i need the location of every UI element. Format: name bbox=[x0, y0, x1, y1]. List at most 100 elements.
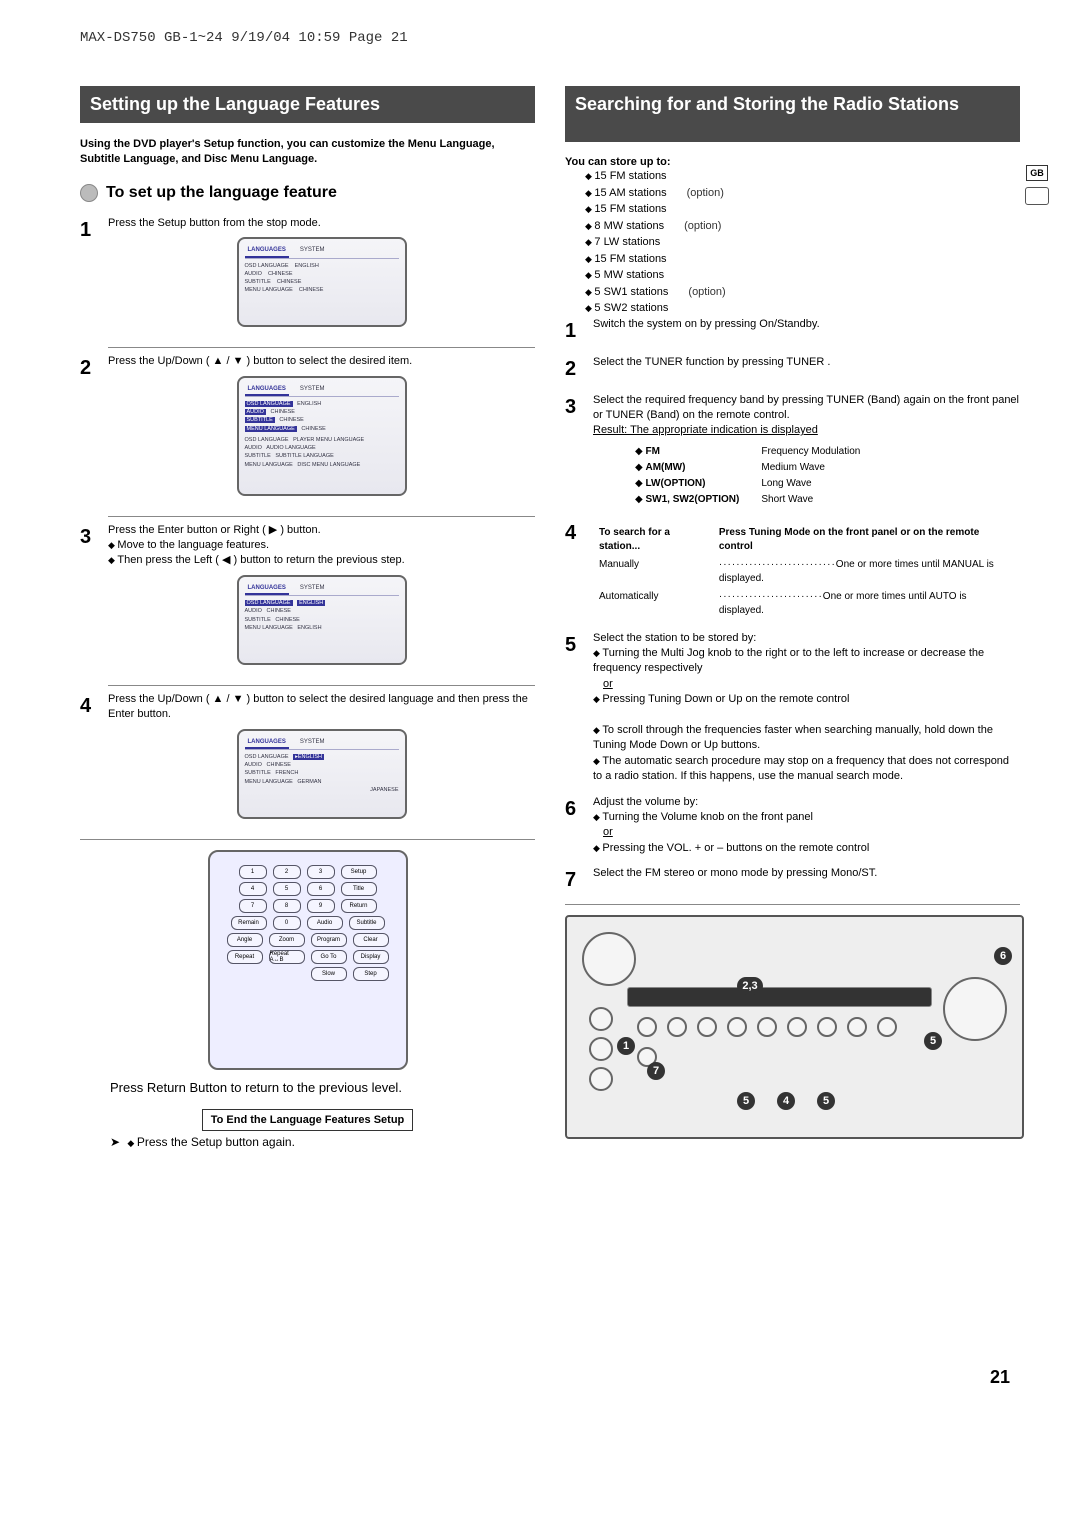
remote-key: Title bbox=[341, 882, 377, 896]
subheading-text: To set up the language feature bbox=[106, 184, 337, 202]
remote-key: Return bbox=[341, 899, 377, 913]
osd-val: CHINESE bbox=[277, 279, 301, 285]
radio-icon bbox=[1025, 187, 1049, 205]
osd-val: GERMAN bbox=[297, 779, 321, 785]
r-step-4: 4 To search for a station...Press Tuning… bbox=[565, 519, 1020, 621]
print-header: MAX-DS750 GB-1~24 9/19/04 10:59 Page 21 bbox=[80, 30, 1020, 46]
callout-5c: 5 bbox=[817, 1092, 835, 1110]
osd-val: SUBTITLE LANGUAGE bbox=[275, 453, 333, 459]
osd-val: PLAYER MENU LANGUAGE bbox=[293, 437, 364, 443]
r-step-7: 7Select the FM stereo or mono mode by pr… bbox=[565, 866, 1020, 894]
osd-val: CHINESE bbox=[267, 762, 291, 768]
osd-tab: LANGUAGES bbox=[245, 737, 289, 749]
return-note: Press Return Button to return to the pre… bbox=[110, 1080, 535, 1095]
r-step-2: 2Select the TUNER function by pressing T… bbox=[565, 355, 1020, 383]
button-icon bbox=[589, 1037, 613, 1061]
remote-key: 1 bbox=[239, 865, 267, 879]
osd-row: SUBTITLE bbox=[245, 279, 271, 285]
store-header: You can store up to: bbox=[565, 156, 1020, 168]
end-box: To End the Language Features Setup bbox=[202, 1109, 414, 1131]
remote-key: 5 bbox=[273, 882, 301, 896]
osd-val: CHINESE bbox=[271, 409, 295, 415]
station-item: 15 AM stations(option) bbox=[585, 185, 1020, 202]
station-item: 5 MW stations bbox=[585, 267, 1020, 284]
step-sub: Then press the Left ( ◀ ) button to retu… bbox=[108, 553, 535, 568]
step-sub: Pressing the VOL. + or – buttons on the … bbox=[593, 841, 1020, 856]
page-number: 21 bbox=[990, 1367, 1010, 1388]
side-locale: GB bbox=[1022, 165, 1052, 205]
remote-key: 9 bbox=[307, 899, 335, 913]
osd-row: MENU LANGUAGE bbox=[245, 462, 293, 468]
remote-key: 8 bbox=[273, 899, 301, 913]
end-note-text: Press the Setup button again. bbox=[127, 1135, 295, 1149]
osd-val: AUDIO LANGUAGE bbox=[266, 445, 316, 451]
search-table: To search for a station...Press Tuning M… bbox=[593, 523, 1020, 621]
left-intro: Using the DVD player's Setup function, y… bbox=[80, 137, 535, 168]
remote-key: Display bbox=[353, 950, 389, 964]
osd-row: MENU LANGUAGE bbox=[245, 426, 297, 432]
button-icon bbox=[589, 1067, 613, 1091]
left-column: Setting up the Language Features Using t… bbox=[80, 86, 535, 1149]
osd-val: CHINESE bbox=[275, 617, 299, 623]
remote-key: Program bbox=[311, 933, 347, 947]
osd-tab: SYSTEM bbox=[297, 384, 328, 396]
or-label: or bbox=[603, 825, 1020, 840]
station-item: 5 SW2 stations bbox=[585, 300, 1020, 317]
remote-key: Audio bbox=[307, 916, 343, 930]
station-item: 15 FM stations bbox=[585, 168, 1020, 185]
osd-tab: LANGUAGES bbox=[245, 583, 289, 595]
osd-row: OSD LANGUAGE bbox=[245, 263, 289, 269]
osd-val: JAPANESE bbox=[370, 787, 398, 793]
osd-screenshot-4: LANGUAGESSYSTEM OSD LANGUAGE ▸ENGLISH AU… bbox=[237, 729, 407, 819]
step-3: 3 Press the Enter button or Right ( ▶ ) … bbox=[80, 523, 535, 675]
remote-key: Slow bbox=[311, 967, 347, 981]
callout-4: 4 bbox=[777, 1092, 795, 1110]
remote-key: Subtitle bbox=[349, 916, 385, 930]
left-title: Setting up the Language Features bbox=[80, 86, 535, 123]
station-item: 8 MW stations(option) bbox=[585, 218, 1020, 235]
osd-row: AUDIO bbox=[245, 608, 262, 614]
osd-val: DISC MENU LANGUAGE bbox=[297, 462, 360, 468]
r-step-5: 5 Select the station to be stored by: Tu… bbox=[565, 631, 1020, 785]
step-text: Press the Up/Down ( ▲ / ▼ ) button to se… bbox=[108, 693, 528, 720]
osd-val: CHINESE bbox=[267, 608, 291, 614]
remote-key: 7 bbox=[239, 899, 267, 913]
osd-tab: SYSTEM bbox=[297, 737, 328, 749]
osd-tab: LANGUAGES bbox=[245, 245, 289, 257]
remote-key: 4 bbox=[239, 882, 267, 896]
osd-val: ENGLISH bbox=[297, 401, 321, 407]
step-text: Switch the system on by pressing On/Stan… bbox=[593, 317, 1020, 345]
osd-val: CHINESE bbox=[299, 287, 323, 293]
osd-val: CHINESE bbox=[279, 417, 303, 423]
r-step-1: 1Switch the system on by pressing On/Sta… bbox=[565, 317, 1020, 345]
step-number: 3 bbox=[80, 523, 98, 675]
station-item: 5 SW1 stations(option) bbox=[585, 284, 1020, 301]
station-item: 15 FM stations bbox=[585, 201, 1020, 218]
station-item: 15 FM stations bbox=[585, 251, 1020, 268]
remote-key: Remain bbox=[231, 916, 267, 930]
remote-key: 3 bbox=[307, 865, 335, 879]
step-number: 1 bbox=[80, 216, 98, 337]
osd-row: SUBTITLE bbox=[245, 417, 275, 423]
step-sub: Turning the Multi Jog knob to the right … bbox=[593, 646, 1020, 677]
callout-5: 5 bbox=[924, 1032, 942, 1050]
step-sub: Turning the Volume knob on the front pan… bbox=[593, 810, 1020, 825]
osd-row: SUBTITLE bbox=[245, 453, 271, 459]
osd-row: AUDIO bbox=[245, 762, 262, 768]
step-1: 1 Press the Setup button from the stop m… bbox=[80, 216, 535, 337]
osd-val: FRENCH bbox=[275, 770, 298, 776]
remote-key: Angle bbox=[227, 933, 263, 947]
step-4: 4 Press the Up/Down ( ▲ / ▼ ) button to … bbox=[80, 692, 535, 829]
step-sub: The automatic search procedure may stop … bbox=[593, 754, 1020, 785]
callout-6: 6 bbox=[994, 947, 1012, 965]
step-text: Press the Enter button or Right ( ▶ ) bu… bbox=[108, 523, 535, 538]
callout-5b: 5 bbox=[737, 1092, 755, 1110]
step-text: Select the required frequency band by pr… bbox=[593, 393, 1020, 424]
osd-screenshot-1: LANGUAGESSYSTEM OSD LANGUAGE ENGLISH AUD… bbox=[237, 237, 407, 327]
knob-icon bbox=[943, 977, 1007, 1041]
step-text: Select the TUNER function by pressing TU… bbox=[593, 355, 1020, 383]
right-column: Searching for and Storing the Radio Stat… bbox=[565, 86, 1020, 1149]
band-table: ◆ FMFrequency Modulation ◆ AM(MW)Medium … bbox=[633, 443, 882, 509]
osd-val: CHINESE bbox=[301, 426, 325, 432]
osd-tab: SYSTEM bbox=[297, 245, 328, 257]
